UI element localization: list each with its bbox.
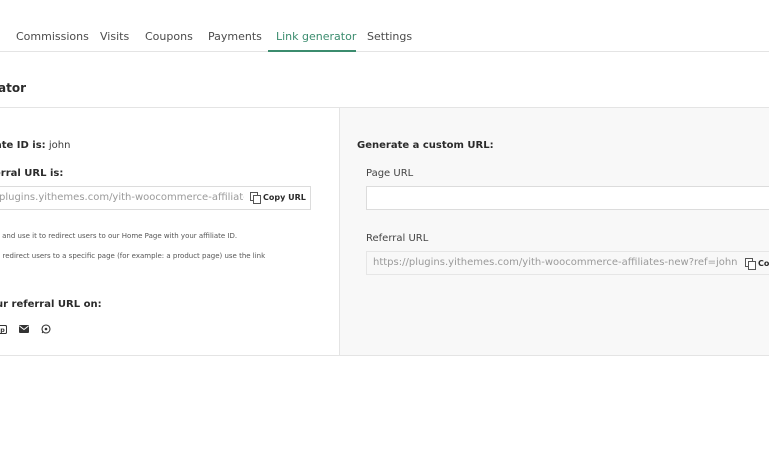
- generated-referral-box: https://plugins.yithemes.com/yith-woocom…: [366, 251, 769, 275]
- help-text-home: L and use it to redirect users to our Ho…: [0, 232, 238, 240]
- affiliate-info-panel: ate ID is: john erral URL is: plugins.yi…: [0, 108, 338, 355]
- referral-url-box: plugins.yithemes.com/yith-woocommerce-af…: [0, 186, 311, 210]
- affiliate-id-value: john: [48, 140, 71, 151]
- affiliate-id-line: ate ID is: john: [0, 140, 70, 151]
- copy-icon: [745, 258, 756, 270]
- active-tab-indicator: [268, 50, 356, 52]
- email-icon[interactable]: [19, 324, 29, 334]
- referral-url-label: erral URL is:: [0, 168, 64, 179]
- tab-link-generator[interactable]: Link generator: [276, 30, 356, 44]
- copy-generated-url-button[interactable]: Cop: [745, 258, 769, 270]
- generated-referral-label: Referral URL: [366, 233, 429, 244]
- share-label: ur referral URL on:: [0, 299, 102, 310]
- help-text-specific-page: o redirect users to a specific page (for…: [0, 252, 266, 260]
- tab-bar: Commissions Visits Coupons Payments Link…: [0, 0, 769, 52]
- copy-url-label: Copy URL: [263, 192, 306, 202]
- custom-url-panel: Generate a custom URL: Page URL Referral…: [339, 108, 769, 355]
- custom-url-title: Generate a custom URL:: [357, 140, 494, 151]
- link-generator-page: Commissions Visits Coupons Payments Link…: [0, 0, 769, 452]
- tab-commissions[interactable]: Commissions: [16, 30, 89, 44]
- referral-url-text[interactable]: plugins.yithemes.com/yith-woocommerce-af…: [0, 192, 244, 203]
- tab-visits[interactable]: Visits: [100, 30, 129, 44]
- copy-icon: [250, 192, 261, 204]
- tab-settings[interactable]: Settings: [367, 30, 412, 44]
- page-url-input[interactable]: [366, 186, 769, 210]
- affiliate-id-label: ate ID is:: [0, 140, 46, 151]
- bottom-divider: [0, 355, 769, 356]
- pinterest-icon[interactable]: p: [0, 324, 7, 334]
- generated-referral-url[interactable]: https://plugins.yithemes.com/yith-woocom…: [373, 257, 738, 268]
- svg-text:p: p: [0, 326, 5, 333]
- section-heading: ator: [0, 81, 26, 95]
- whatsapp-icon[interactable]: [41, 324, 51, 334]
- copy-generated-url-label: Cop: [758, 258, 769, 268]
- page-url-label: Page URL: [366, 168, 414, 179]
- copy-url-button[interactable]: Copy URL: [250, 192, 306, 204]
- tab-payments[interactable]: Payments: [208, 30, 262, 44]
- tab-coupons[interactable]: Coupons: [145, 30, 193, 44]
